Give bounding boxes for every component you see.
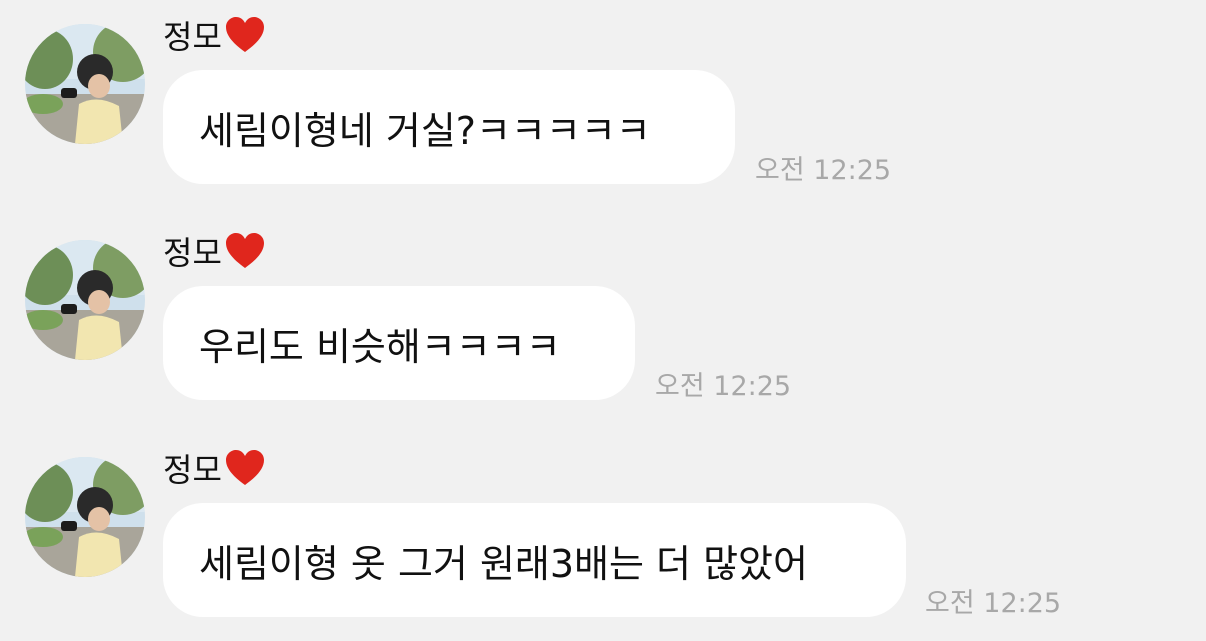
message-timestamp: 오전 12:25 bbox=[655, 371, 792, 402]
avatar[interactable] bbox=[25, 24, 145, 144]
red-heart-icon bbox=[225, 450, 264, 485]
sender-name: 정모 bbox=[163, 445, 266, 491]
message-text: 우리도 비슷해ㅋㅋㅋㅋ bbox=[199, 324, 561, 369]
avatar-photo bbox=[25, 457, 145, 577]
message-text: 세림이형네 거실?ㅋㅋㅋㅋㅋ bbox=[199, 108, 651, 153]
message-text: 세림이형 옷 그거 원래3배는 더 많았어 bbox=[199, 541, 808, 586]
avatar-photo bbox=[25, 24, 145, 144]
sender-name: 정모 bbox=[163, 12, 266, 58]
avatar[interactable] bbox=[25, 457, 145, 577]
avatar[interactable] bbox=[25, 240, 145, 360]
sender-name-text: 정모 bbox=[163, 234, 222, 272]
message-row: 정모 우리도 비슷해ㅋㅋㅋㅋ 오전 12:25 bbox=[0, 216, 1206, 416]
avatar-photo bbox=[25, 240, 145, 360]
message-bubble[interactable]: 세림이형네 거실?ㅋㅋㅋㅋㅋ bbox=[163, 70, 735, 184]
chat-thread: 정모 세림이형네 거실?ㅋㅋㅋㅋㅋ 오전 12:25 정모 우리도 비슷해ㅋㅋㅋ… bbox=[0, 0, 1206, 641]
message-timestamp: 오전 12:25 bbox=[755, 155, 892, 186]
message-row: 정모 세림이형 옷 그거 원래3배는 더 많았어 오전 12:25 bbox=[0, 433, 1206, 633]
message-bubble[interactable]: 우리도 비슷해ㅋㅋㅋㅋ bbox=[163, 286, 635, 400]
message-row: 정모 세림이형네 거실?ㅋㅋㅋㅋㅋ 오전 12:25 bbox=[0, 0, 1206, 200]
sender-name-text: 정모 bbox=[163, 451, 222, 489]
message-bubble[interactable]: 세림이형 옷 그거 원래3배는 더 많았어 bbox=[163, 503, 906, 617]
sender-name-text: 정모 bbox=[163, 18, 222, 56]
red-heart-icon bbox=[225, 17, 264, 52]
sender-name: 정모 bbox=[163, 228, 266, 274]
red-heart-icon bbox=[225, 233, 264, 268]
message-timestamp: 오전 12:25 bbox=[925, 588, 1062, 619]
